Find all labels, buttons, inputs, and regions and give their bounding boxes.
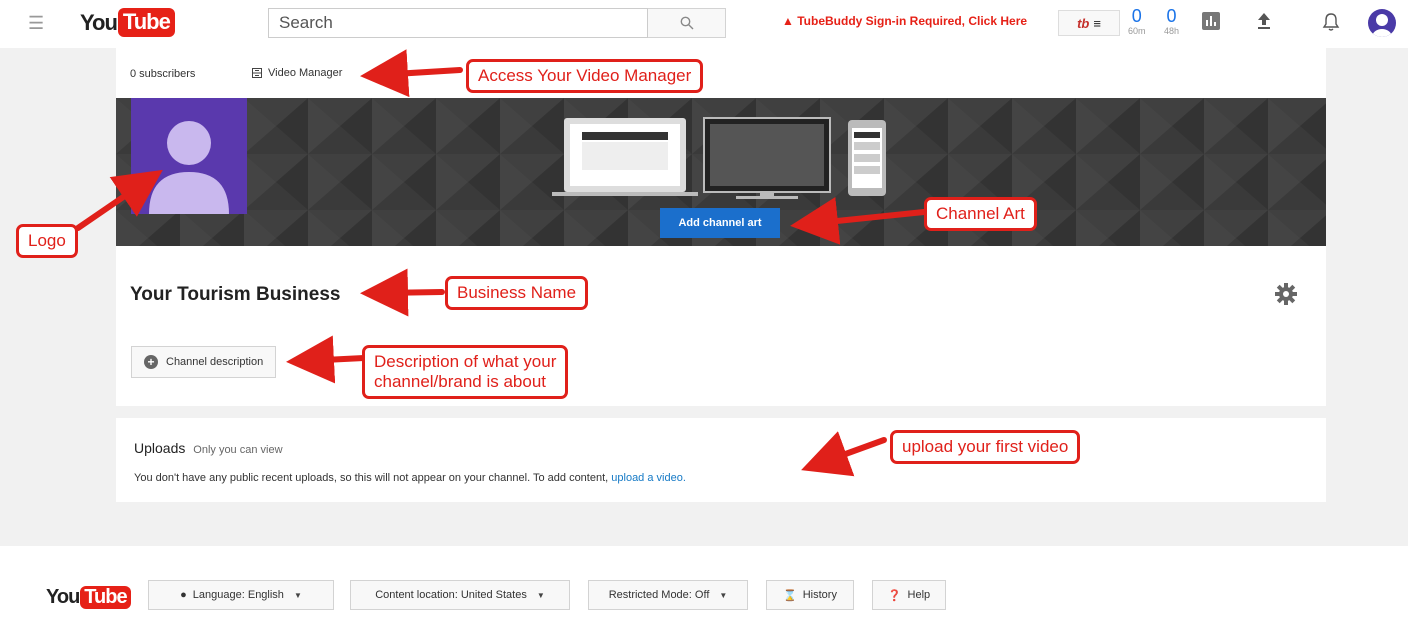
uploads-title: Uploads <box>134 440 186 456</box>
add-channel-art-button[interactable]: Add channel art <box>660 208 780 238</box>
tubebuddy-menu-button[interactable]: tb ≡ <box>1058 10 1120 36</box>
callout-channel-art: Channel Art <box>924 197 1037 231</box>
callout-description: Description of what your channel/brand i… <box>362 345 569 399</box>
subscriber-count: 0 subscribers <box>130 68 196 80</box>
language-button[interactable]: ● Language: English ▼ <box>148 580 334 610</box>
channel-description-button[interactable]: + Channel description <box>131 346 277 378</box>
history-label: History <box>802 589 837 601</box>
analytics-icon[interactable] <box>1202 12 1220 30</box>
hourglass-icon: ⌛ <box>783 589 797 602</box>
content-location-label: Content location: United States <box>375 589 527 601</box>
uploads-message-row: You don't have any public recent uploads… <box>134 472 686 484</box>
channel-name: Your Tourism Business <box>130 284 341 305</box>
stat-48h[interactable]: 0 48h <box>1164 6 1179 36</box>
logo-tube-text: Tube <box>80 586 131 609</box>
top-header: ☰ You Tube Search ▲ TubeBuddy Sign-in Re… <box>0 0 1408 48</box>
user-silhouette-icon <box>1372 14 1392 37</box>
search-input[interactable]: Search <box>268 8 648 38</box>
warning-icon: ▲ <box>782 14 794 28</box>
notifications-bell-icon[interactable] <box>1322 12 1340 32</box>
stat-value: 0 <box>1166 6 1177 26</box>
stat-60m[interactable]: 0 60m <box>1128 6 1146 36</box>
video-manager-label: Video Manager <box>268 67 343 79</box>
callout-upload: upload your first video <box>890 430 1081 464</box>
channel-card: 0 subscribers Video Manager <box>116 48 1326 98</box>
search-icon <box>680 16 693 30</box>
footer-youtube-logo[interactable]: You Tube <box>46 586 131 609</box>
list-icon: ≡ <box>1093 15 1101 31</box>
tubebuddy-warning-link[interactable]: ▲ TubeBuddy Sign-in Required, Click Here <box>782 14 1027 28</box>
search-button[interactable] <box>648 8 726 38</box>
gear-icon[interactable] <box>1274 282 1298 306</box>
channel-logo[interactable] <box>131 98 247 214</box>
menu-icon[interactable]: ☰ <box>28 13 44 34</box>
tubebuddy-warning-text: TubeBuddy Sign-in Required, Click Here <box>797 14 1028 28</box>
channel-info-section: Your Tourism Business + Channel descript… <box>116 246 1326 406</box>
callout-logo: Logo <box>16 224 78 258</box>
channel-description-label: Channel description <box>166 356 264 368</box>
add-icon: + <box>144 355 158 369</box>
language-icon: ● <box>180 589 187 601</box>
restricted-mode-label: Restricted Mode: Off <box>608 589 710 601</box>
help-label: Help <box>907 589 931 601</box>
uploads-heading: Uploads Only you can view <box>134 440 283 456</box>
upload-icon[interactable] <box>1256 12 1272 30</box>
tubebuddy-icon: tb <box>1077 15 1090 31</box>
stat-label: 48h <box>1164 26 1180 36</box>
phone-icon <box>848 120 886 196</box>
video-manager-icon <box>252 68 262 78</box>
uploads-visibility-note: Only you can view <box>193 444 283 456</box>
uploads-section: Uploads Only you can view You don't have… <box>116 418 1326 502</box>
callout-video-manager: Access Your Video Manager <box>466 59 704 93</box>
caret-down-icon: ▼ <box>293 590 302 600</box>
page-footer: You Tube ● Language: English ▼ Content l… <box>0 546 1408 626</box>
language-label: Language: English <box>192 589 284 601</box>
tv-icon <box>703 117 831 199</box>
stat-value: 0 <box>1131 6 1142 26</box>
callout-description-line2: channel/brand is about <box>374 372 547 391</box>
restricted-mode-button[interactable]: Restricted Mode: Off ▼ <box>588 580 748 610</box>
laptop-icon <box>552 118 698 196</box>
youtube-logo[interactable]: You Tube <box>80 8 175 37</box>
caret-down-icon: ▼ <box>536 590 545 600</box>
uploads-message: You don't have any public recent uploads… <box>134 472 612 484</box>
logo-you-text: You <box>46 586 80 608</box>
callout-description-line1: Description of what your <box>374 352 557 371</box>
caret-down-icon: ▼ <box>719 590 728 600</box>
logo-you-text: You <box>80 9 118 35</box>
history-button[interactable]: ⌛ History <box>766 580 854 610</box>
help-icon: ❓ <box>887 589 902 602</box>
upload-video-link[interactable]: upload a video. <box>611 472 686 484</box>
account-avatar[interactable] <box>1368 9 1396 37</box>
channel-card-topbar: 0 subscribers Video Manager <box>116 48 1326 98</box>
stat-label: 60m <box>1128 26 1146 36</box>
help-button[interactable]: ❓ Help <box>872 580 946 610</box>
logo-tube-text: Tube <box>117 8 175 37</box>
default-avatar-icon <box>149 121 229 214</box>
video-manager-link[interactable]: Video Manager <box>252 67 342 79</box>
callout-business-name: Business Name <box>445 276 589 310</box>
content-location-button[interactable]: Content location: United States ▼ <box>350 580 570 610</box>
